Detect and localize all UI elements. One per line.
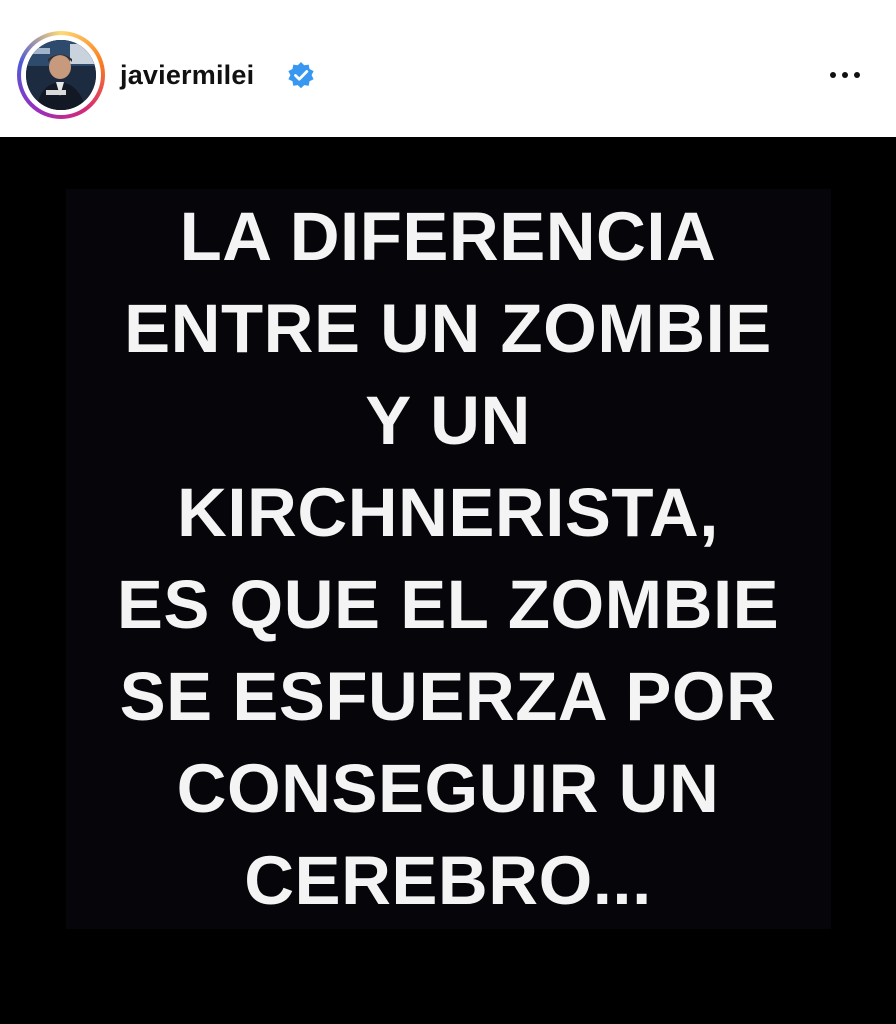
meme-line: CEREBRO... <box>244 842 652 919</box>
more-options-button[interactable] <box>820 60 870 90</box>
username[interactable]: javiermilei <box>120 58 254 92</box>
meme-text: LA DIFERENCIA ENTRE UN ZOMBIE Y UN KIRCH… <box>0 191 896 927</box>
meme-line: CONSEGUIR UN <box>176 750 720 827</box>
verified-badge-icon <box>288 62 314 89</box>
avatar[interactable] <box>26 40 96 110</box>
profile-photo <box>26 40 96 110</box>
meme-line: ES QUE EL ZOMBIE <box>116 566 780 643</box>
post-header: javiermilei <box>0 0 896 137</box>
story-ring[interactable] <box>17 31 105 119</box>
meme-line: KIRCHNERISTA, <box>177 474 719 551</box>
meme-line: ENTRE UN ZOMBIE <box>124 290 772 367</box>
more-options-icon-dot <box>842 72 848 78</box>
meme-line: SE ESFUERZA POR <box>119 658 777 735</box>
more-options-icon-dot <box>830 72 836 78</box>
meme-line: LA DIFERENCIA <box>179 198 717 275</box>
post-image[interactable]: LA DIFERENCIA ENTRE UN ZOMBIE Y UN KIRCH… <box>0 137 896 1024</box>
more-options-icon-dot <box>854 72 860 78</box>
instagram-post: javiermilei LA DIFERENCIA ENTRE UN ZOMBI… <box>0 0 896 1024</box>
avatar-border <box>21 35 101 115</box>
meme-line: Y UN <box>365 382 531 459</box>
